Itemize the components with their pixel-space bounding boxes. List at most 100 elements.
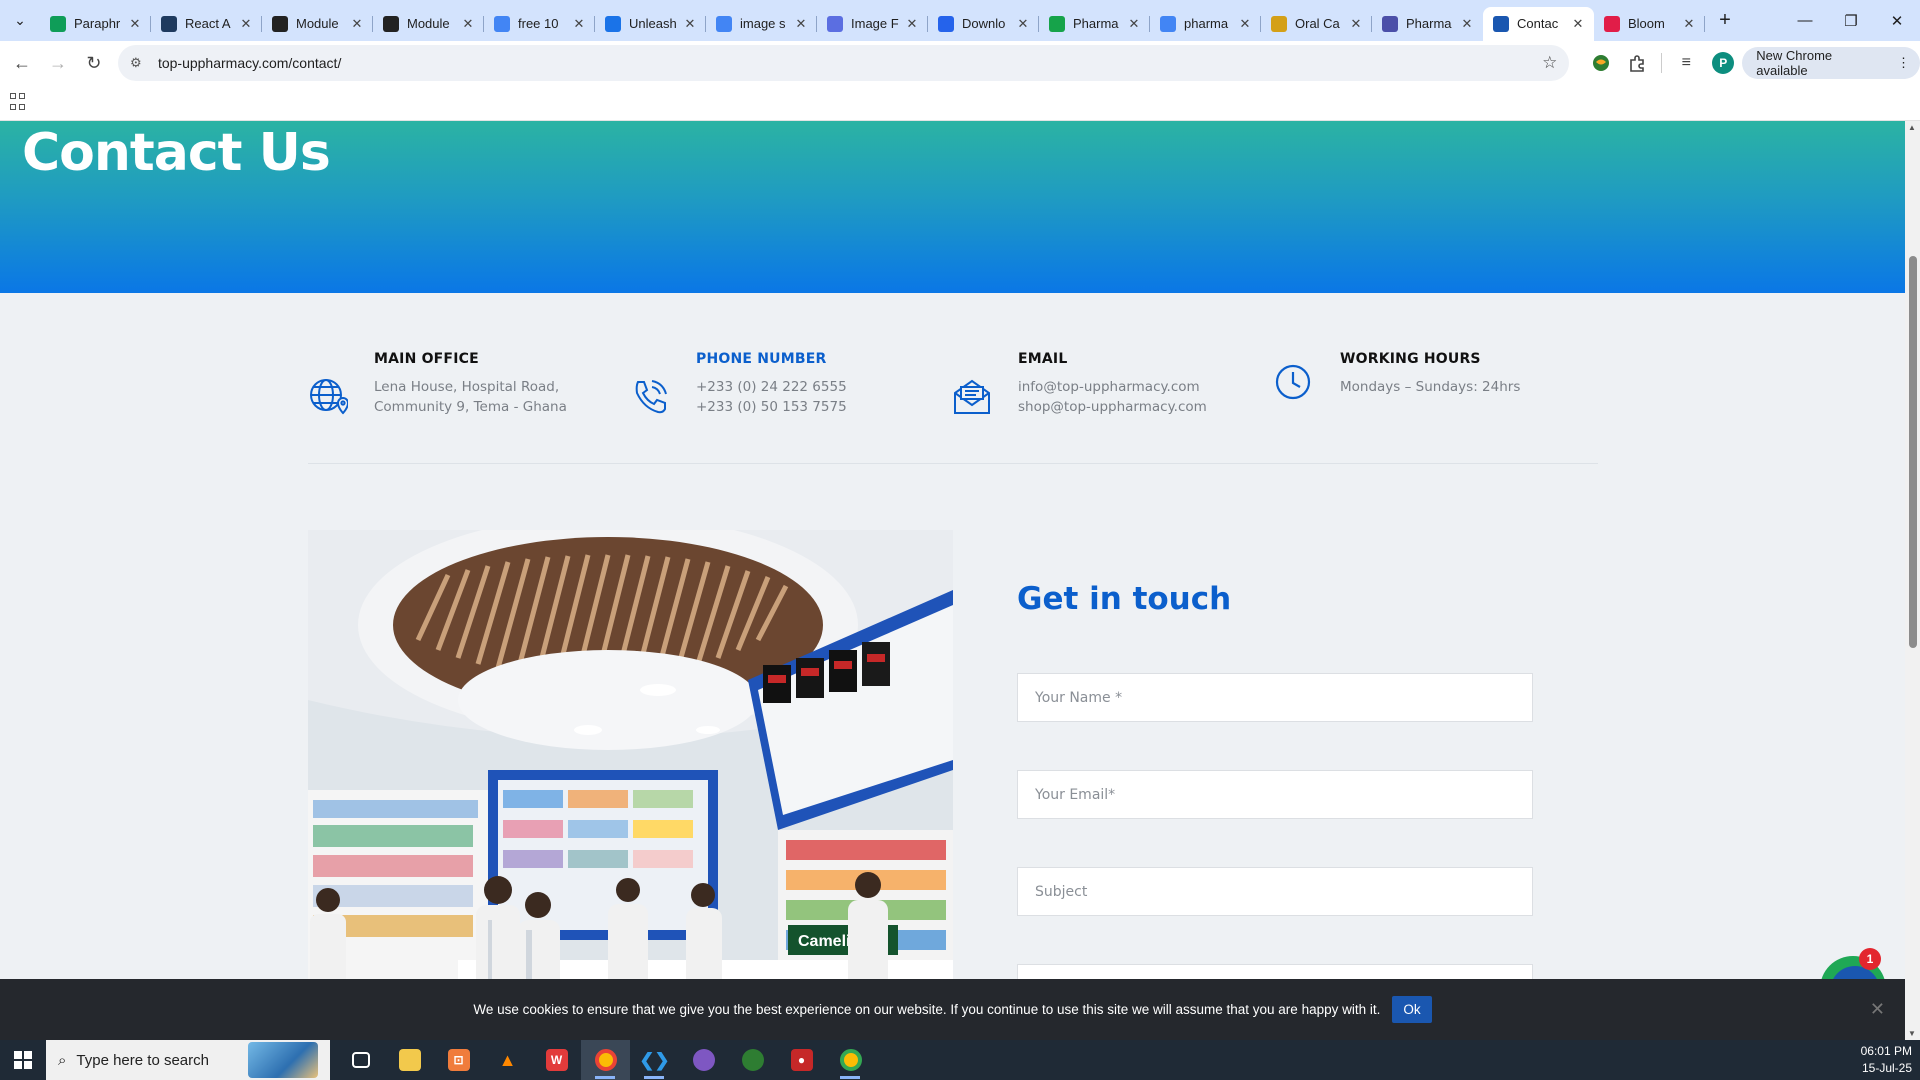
pharmacy-interior-photo: Camelion — [308, 530, 953, 1040]
tab-close-icon[interactable]: ✕ — [349, 16, 365, 32]
minimize-icon[interactable]: — — [1782, 0, 1828, 41]
chrome-update-button[interactable]: New Chrome available ⋮ — [1742, 47, 1920, 79]
tab-close-icon[interactable]: ✕ — [238, 16, 254, 32]
scrollbar-thumb[interactable] — [1909, 256, 1917, 648]
windows-start-icon[interactable] — [0, 1040, 46, 1080]
name-input[interactable]: Your Name * — [1017, 673, 1533, 722]
tab-close-icon[interactable]: ✕ — [1015, 16, 1031, 32]
tab-strip: ⌄ Paraphr ✕ React A ✕ Module ✕ Module ✕ free 10 ✕… — [0, 0, 1920, 41]
tab-close-icon[interactable]: ✕ — [1459, 16, 1475, 32]
info-title: EMAIL — [1018, 351, 1068, 367]
tab-title: free 10 — [518, 16, 559, 31]
tab-search-chevron-icon[interactable]: ⌄ — [0, 0, 40, 41]
app-orange-icon[interactable]: ⊡ — [434, 1040, 483, 1080]
site-icon — [1493, 15, 1509, 32]
apps-grid-icon[interactable] — [10, 93, 28, 111]
browser-tab[interactable]: Unleash ✕ — [595, 7, 706, 41]
chrome-secondary-icon[interactable] — [826, 1040, 875, 1080]
circle-icon — [383, 15, 399, 32]
bookmarks-bar — [0, 85, 1920, 121]
scroll-up-icon[interactable]: ▲ — [1908, 123, 1916, 132]
close-icon[interactable]: ✕ — [1870, 999, 1885, 1020]
github-desktop-icon[interactable] — [679, 1040, 728, 1080]
wps-office-icon[interactable]: W — [532, 1040, 581, 1080]
clock-icon — [1274, 363, 1326, 415]
app-globe-icon[interactable] — [728, 1040, 777, 1080]
tab-close-icon[interactable]: ✕ — [1348, 16, 1364, 32]
subject-input[interactable]: Subject — [1017, 867, 1533, 916]
browser-tab[interactable]: Contac ✕ — [1483, 6, 1594, 41]
scroll-down-icon[interactable]: ▼ — [1908, 1029, 1916, 1038]
new-tab-button[interactable]: + — [1709, 5, 1741, 37]
task-view-icon[interactable] — [336, 1040, 385, 1080]
forward-button[interactable]: → — [40, 45, 76, 81]
tab-title: React A — [185, 16, 231, 31]
browser-tab[interactable]: image s ✕ — [706, 7, 817, 41]
browser-tab[interactable]: Module ✕ — [373, 7, 484, 41]
browser-tab[interactable]: Image F ✕ — [817, 7, 928, 41]
chrome-icon[interactable] — [581, 1040, 630, 1080]
phone-number[interactable]: +233 (0) 50 153 7575 — [696, 397, 946, 417]
profile-avatar[interactable]: P — [1712, 52, 1735, 74]
info-title: WORKING HOURS — [1340, 351, 1481, 367]
restore-icon[interactable]: ❐ — [1828, 0, 1874, 41]
screen-recorder-icon[interactable]: ● — [777, 1040, 826, 1080]
clock-date: 15-Jul-25 — [1861, 1061, 1912, 1075]
phone-number[interactable]: +233 (0) 24 222 6555 — [696, 377, 946, 397]
email-link[interactable]: info@top-uppharmacy.com — [1018, 377, 1268, 397]
cookie-ok-button[interactable]: Ok — [1392, 996, 1432, 1023]
tab-close-icon[interactable]: ✕ — [460, 16, 476, 32]
browser-tab[interactable]: Downlo ✕ — [928, 7, 1039, 41]
tab-close-icon[interactable]: ✕ — [1237, 16, 1253, 32]
system-clock[interactable]: 06:01 PM 15-Jul-25 — [1861, 1043, 1912, 1077]
extensions-puzzle-icon[interactable] — [1619, 45, 1655, 81]
browser-tab[interactable]: Paraphr ✕ — [40, 7, 151, 41]
tab-title: Downlo — [962, 16, 1006, 31]
tab-close-icon[interactable]: ✕ — [127, 16, 143, 32]
circle-icon — [272, 15, 288, 32]
tab-close-icon[interactable]: ✕ — [571, 16, 587, 32]
tab-title: Bloom — [1628, 16, 1665, 31]
grid-icon — [161, 15, 177, 32]
tab-close-icon[interactable]: ✕ — [1681, 16, 1697, 32]
browser-tab[interactable]: Module ✕ — [262, 7, 373, 41]
address-bar[interactable]: ⚙ top-uppharmacy.com/contact/ ☆ — [117, 45, 1570, 81]
file-explorer-icon[interactable] — [385, 1040, 434, 1080]
vscode-icon[interactable]: ❮❯ — [630, 1040, 679, 1080]
browser-tab[interactable]: Bloom ✕ — [1594, 7, 1705, 41]
search-icon: ⌕ — [58, 1051, 67, 1069]
contact-info-row: MAIN OFFICE Lena House, Hospital Road, C… — [308, 351, 1598, 429]
email-input[interactable]: Your Email* — [1017, 770, 1533, 819]
tab-close-icon[interactable]: ✕ — [1126, 16, 1142, 32]
tab-close-icon[interactable]: ✕ — [793, 16, 809, 32]
close-window-icon[interactable]: ✕ — [1874, 0, 1920, 41]
info-phone: PHONE NUMBER +233 (0) 24 222 6555 +233 (… — [630, 351, 952, 429]
bookmark-star-icon[interactable]: ☆ — [1542, 53, 1557, 73]
browser-tab[interactable]: Pharma ✕ — [1039, 7, 1150, 41]
media-control-icon[interactable]: ≡ — [1668, 45, 1704, 81]
browser-tab[interactable]: React A ✕ — [151, 7, 262, 41]
tab-title: image s — [740, 16, 786, 31]
browser-tab[interactable]: Pharma ✕ — [1372, 7, 1483, 41]
url-text[interactable]: top-uppharmacy.com/contact/ — [158, 55, 1542, 71]
globe-icon — [308, 377, 360, 429]
browser-tab[interactable]: Oral Ca ✕ — [1261, 7, 1372, 41]
tab-close-icon[interactable]: ✕ — [1570, 16, 1586, 32]
browser-tab[interactable]: free 10 ✕ — [484, 7, 595, 41]
working-hours-text: Mondays – Sundays: 24hrs — [1340, 379, 1521, 395]
more-menu-icon[interactable]: ⋮ — [1897, 55, 1910, 71]
back-button[interactable]: ← — [4, 45, 40, 81]
taskbar-search[interactable]: ⌕ Type here to search — [46, 1040, 330, 1080]
tab-title: Module — [407, 16, 450, 31]
reload-button[interactable]: ↻ — [76, 45, 112, 81]
browser-tab[interactable]: pharma ✕ — [1150, 7, 1261, 41]
phone-icon — [630, 377, 682, 429]
page-scrollbar[interactable]: ▲ ▼ — [1905, 121, 1920, 1040]
tab-close-icon[interactable]: ✕ — [682, 16, 698, 32]
section-divider — [308, 463, 1598, 464]
vlc-icon[interactable]: ▲ — [483, 1040, 532, 1080]
tab-close-icon[interactable]: ✕ — [904, 16, 920, 32]
site-info-icon[interactable]: ⚙ — [130, 55, 148, 71]
extension-globe-icon[interactable] — [1583, 45, 1619, 81]
email-link[interactable]: shop@top-uppharmacy.com — [1018, 397, 1268, 417]
